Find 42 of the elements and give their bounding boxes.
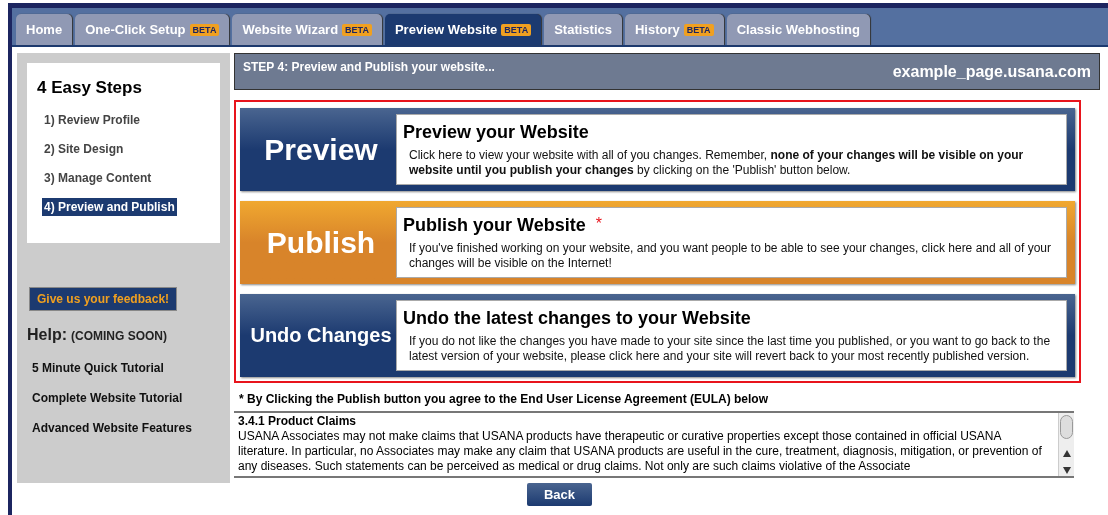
beta-badge: BETA [683,23,714,36]
scrollbar[interactable] [1058,413,1074,476]
help-title: Help: [27,325,67,345]
beta-badge: BETA [189,23,220,36]
nav-tab[interactable]: Website Wizard BETA [232,14,382,45]
scroll-down-icon[interactable] [1062,467,1071,474]
action-label: Preview [263,132,379,168]
action-label: Publish [265,225,377,261]
beta-badge: BETA [342,23,372,36]
required-marker: * [595,214,602,234]
help-link[interactable]: 5 Minute Quick Tutorial [32,359,164,377]
action-panel[interactable] [240,294,1075,377]
feedback-button[interactable]: Give us your feedback! [29,287,178,311]
step-link[interactable]: 2) Site Design [42,139,126,158]
eula-text: USANA Associates may not make claims that USANA products have therapeutic or curative properties except those contained in official USANA literature. In particular, no Associates may make any claim that USANA products are useful in the cure, treatment, diagnosis, mitigation, or prevention of any diseases. Such statements can be perceived as medical or drug claims. Not only are such claims violative of the Associate [238,429,1043,474]
help-link[interactable]: Complete Website Tutorial [32,389,183,407]
nav-tab[interactable]: History BETA [625,14,724,45]
step-link[interactable]: 4) Preview and Publish [42,197,177,216]
action-title: Preview your Website [403,121,589,144]
action-panel[interactable]: Publish Publish your Website * If you've finished working on your website, and you want people to be able to see your changes, click here and all of your changes will be visible on the Internet! [240,201,1075,284]
nav-tab[interactable]: One-Click Setup BETA [75,14,230,45]
eula-heading: 3.4.1 Product Claims [238,414,358,429]
nav-tab[interactable]: Preview Website BETA [384,14,542,45]
action-description: If you do not like the changes you have made to your site since the last time you published, or you want to go back to the latest version of your website, please click here and your site will revert back to your most recently published version. [408,333,1052,364]
eula-notice: * By Clicking the Publish button you agree to the End User License Agreement (EULA) below [239,391,769,408]
action-label: Undo Changes [249,323,393,348]
back-button[interactable]: Back [527,483,592,506]
scroll-thumb[interactable] [1060,415,1073,439]
action-title: Undo the latest changes to your Website [403,307,751,330]
beta-badge: BETA [501,23,532,36]
action-description: Click here to view your website with all of you changes. Remember, none of your changes will be visible on your website until you publish your changes by clicking on the 'Publish' button below. [408,147,1025,178]
action-description: If you've finished working on your website, and you want people to be able to see your changes, click here and all of your changes will be visible on the Internet! [408,240,1052,271]
step-link[interactable]: 1) Review Profile [42,110,143,129]
steps-title: 4 Easy Steps [37,77,142,99]
domain-label: example_page.usana.com [892,62,1091,82]
step-title: STEP 4: Preview and Publish your website... [243,59,495,76]
action-panel[interactable] [240,108,1075,191]
step-link[interactable]: 3) Manage Content [42,168,154,187]
help-note: (COMING SOON) [71,328,167,345]
scroll-up-icon[interactable] [1062,449,1071,457]
action-title: Publish your Website [403,214,586,237]
help-link[interactable]: Advanced Website Features [32,419,192,437]
